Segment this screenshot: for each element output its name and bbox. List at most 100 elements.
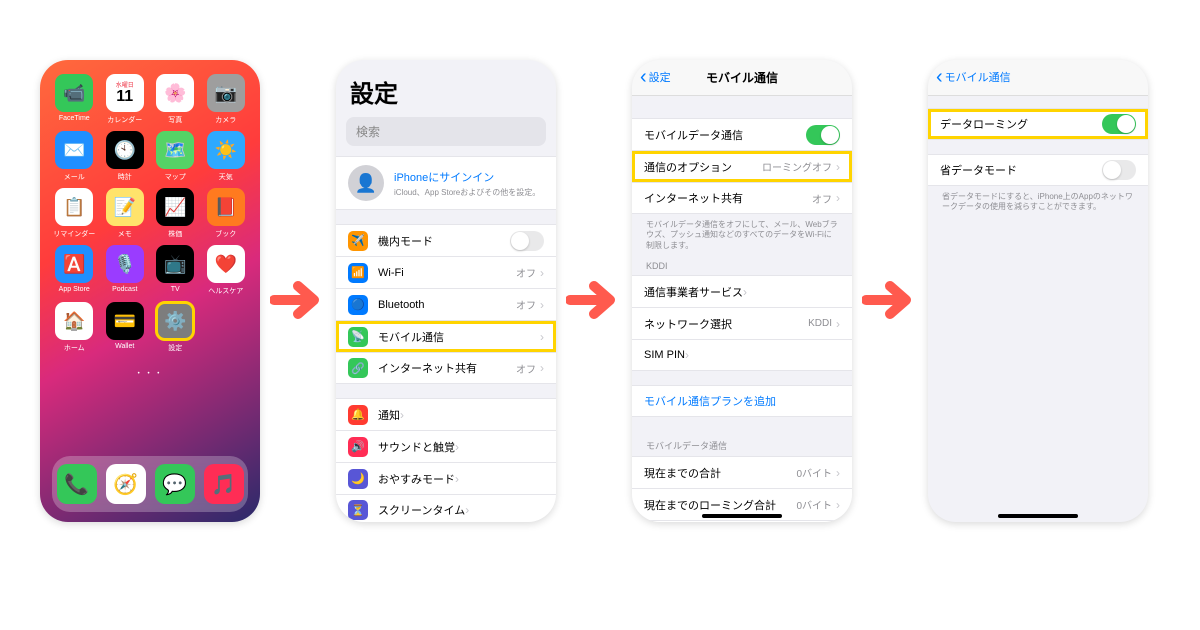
toggle[interactable] — [1102, 114, 1136, 134]
app-FaceTime[interactable]: 📹FaceTime — [52, 74, 97, 125]
row-label: Bluetooth — [378, 299, 424, 311]
phone-settings: 設定 検索 👤 iPhoneにサインイン iCloud、App Storeおよび… — [336, 60, 556, 522]
chevron-icon: › — [743, 285, 747, 299]
toggle[interactable] — [806, 125, 840, 145]
app-icon: 🕙 — [106, 131, 144, 169]
row-value: オフ — [516, 265, 536, 280]
row-label: 機内モード — [378, 233, 433, 249]
row-label: 通信のオプション — [644, 159, 732, 175]
app-label: Wallet — [115, 343, 134, 350]
app-Wallet[interactable]: 💳Wallet — [103, 302, 148, 353]
arrow-icon — [566, 272, 622, 328]
dock-phone[interactable]: 📞 — [57, 464, 97, 504]
row-省データモード[interactable]: 省データモード — [928, 154, 1148, 186]
row-機内モード[interactable]: ✈️ 機内モード — [336, 224, 556, 256]
nav-title: モバイル通信 — [632, 69, 852, 86]
app-時計[interactable]: 🕙時計 — [103, 131, 148, 182]
app-ブック[interactable]: 📕ブック — [204, 188, 249, 239]
row-icon: 🔗 — [348, 358, 368, 378]
app-Podcast[interactable]: 🎙️Podcast — [103, 245, 148, 296]
app-写真[interactable]: 🌸写真 — [153, 74, 198, 125]
app-株価[interactable]: 📈株価 — [153, 188, 198, 239]
row-サウンドと触覚[interactable]: 🔊サウンドと触覚› — [336, 430, 556, 462]
app-label: FaceTime — [59, 115, 90, 122]
app-天気[interactable]: ☀️ 天気 — [204, 131, 249, 182]
dock-music[interactable]: 🎵 — [204, 464, 244, 504]
row-インターネット共有[interactable]: 🔗インターネット共有オフ› — [336, 352, 556, 384]
app-icon: 📝 — [106, 188, 144, 226]
row-label: 省データモード — [940, 162, 1017, 178]
row-ネットワーク選択[interactable]: ネットワーク選択KDDI› — [632, 307, 852, 339]
row-通知[interactable]: 🔔通知› — [336, 398, 556, 430]
footer-note: モバイルデータ通信をオフにして、メール、Webブラウズ、プッシュ通知などのすべて… — [632, 214, 852, 257]
app-App Store[interactable]: 🅰️ App Store — [52, 245, 97, 296]
app-カレンダー[interactable]: 水曜日11カレンダー — [103, 74, 148, 125]
app-icon: 🅰️ — [55, 245, 93, 283]
app-メール[interactable]: ✉️メール — [52, 131, 97, 182]
chevron-icon: › — [455, 472, 459, 486]
app-icon: ✉️ — [55, 131, 93, 169]
row-Wi-Fi[interactable]: 📶Wi-Fiオフ› — [336, 256, 556, 288]
row-現在までの合計[interactable]: 現在までの合計0バイト› — [632, 456, 852, 488]
signin-row[interactable]: 👤 iPhoneにサインイン iCloud、App Storeおよびその他を設定… — [336, 156, 556, 210]
row-モバイルデータ通信[interactable]: モバイルデータ通信 — [632, 118, 852, 150]
app-設定[interactable]: ⚙️設定 — [153, 302, 198, 353]
row-label: 通信事業者サービス — [644, 284, 743, 300]
chevron-icon: › — [540, 298, 544, 312]
row-Bluetooth[interactable]: 🔵Bluetoothオフ› — [336, 288, 556, 320]
options-group-1: データローミング — [928, 108, 1148, 140]
app-ホーム[interactable]: 🏠ホーム — [52, 302, 97, 353]
app-icon: ☀️ — [207, 131, 245, 169]
home-indicator — [998, 514, 1078, 518]
row-icon: ✈️ — [348, 231, 368, 251]
chevron-icon: › — [540, 266, 544, 280]
app-カメラ[interactable]: 📷カメラ — [204, 74, 249, 125]
row-label: Wi-Fi — [378, 267, 404, 279]
dock-safari[interactable]: 🧭 — [106, 464, 146, 504]
app-icon: 🎙️ — [106, 245, 144, 283]
app-icon: ❤️ — [207, 245, 245, 283]
row-label: モバイルデータ通信 — [644, 127, 743, 143]
settings-group-2: 🔔通知›🔊サウンドと触覚›🌙おやすみモード›⏳スクリーンタイム› — [336, 398, 556, 522]
group-header: KDDI — [632, 257, 852, 275]
row-icon: 🔵 — [348, 295, 368, 315]
dock: 📞🧭💬🎵 — [52, 456, 248, 512]
app-icon: 水曜日11 — [106, 74, 144, 112]
chevron-icon: › — [540, 330, 544, 344]
chevron-icon: › — [836, 160, 840, 174]
app-メモ[interactable]: 📝メモ — [103, 188, 148, 239]
app-label: リマインダー — [53, 229, 95, 239]
toggle[interactable] — [1102, 160, 1136, 180]
cellular-group-3: 現在までの合計0バイト›現在までのローミング合計0バイト›🅰️App Store… — [632, 456, 852, 522]
row-通信事業者サービス[interactable]: 通信事業者サービス› — [632, 275, 852, 307]
toggle[interactable] — [510, 231, 544, 251]
add-plan-row[interactable]: モバイル通信プランを追加 — [632, 385, 852, 417]
app-label: App Store — [59, 286, 90, 293]
chevron-icon: › — [836, 317, 840, 331]
row-icon: 🔊 — [348, 437, 368, 457]
row-データローミング[interactable]: データローミング — [928, 108, 1148, 140]
row-SIM PIN[interactable]: SIM PIN› — [632, 339, 852, 371]
row-おやすみモード[interactable]: 🌙おやすみモード› — [336, 462, 556, 494]
search-input[interactable]: 検索 — [346, 117, 546, 146]
app-label: 天気 — [219, 172, 233, 182]
row-label: スクリーンタイム — [378, 502, 465, 518]
chevron-icon: › — [465, 503, 469, 517]
chevron-icon: › — [836, 498, 840, 512]
app-ヘルスケア[interactable]: ❤️ヘルスケア — [204, 245, 249, 296]
row-インターネット共有[interactable]: インターネット共有オフ› — [632, 182, 852, 214]
app-TV[interactable]: 📺TV — [153, 245, 198, 296]
row-スクリーンタイム[interactable]: ⏳スクリーンタイム› — [336, 494, 556, 522]
chevron-icon: › — [400, 408, 404, 422]
chevron-icon: › — [540, 361, 544, 375]
dock-messages[interactable]: 💬 — [155, 464, 195, 504]
app-リマインダー[interactable]: 📋リマインダー — [52, 188, 97, 239]
app-マップ[interactable]: 🗺️マップ — [153, 131, 198, 182]
arrow-icon — [862, 272, 918, 328]
row-value: 0バイト — [796, 465, 832, 480]
row-モバイル通信[interactable]: 📡モバイル通信› — [336, 320, 556, 352]
options-group-2: 省データモード — [928, 154, 1148, 186]
row-通信のオプション[interactable]: 通信のオプションローミングオフ› — [632, 150, 852, 182]
row-App Store[interactable]: 🅰️App Store — [632, 520, 852, 522]
back-button[interactable]: モバイル通信 — [936, 66, 1011, 89]
